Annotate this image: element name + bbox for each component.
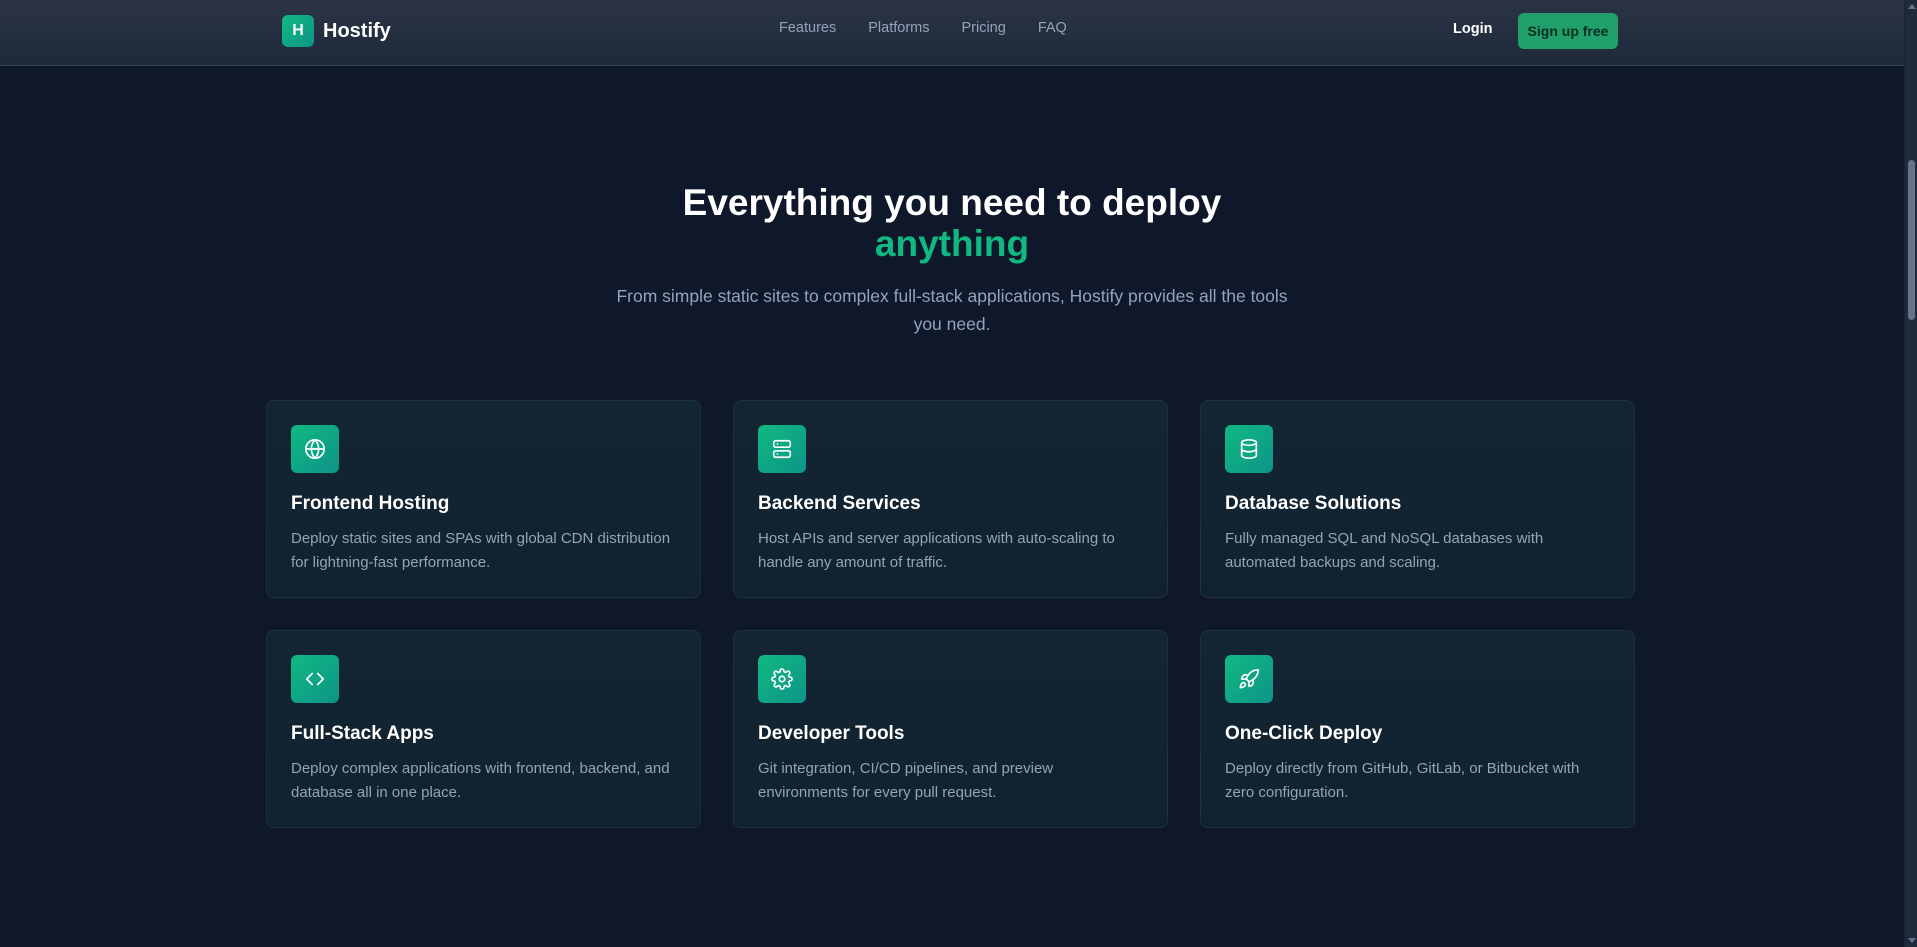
nav-link-faq[interactable]: FAQ [1038, 20, 1067, 36]
feature-title: One-Click Deploy [1225, 723, 1383, 744]
brand-logo-icon: H [282, 15, 314, 47]
signup-button[interactable]: Sign up free [1518, 13, 1618, 49]
feature-description: Deploy static sites and SPAs with global… [291, 530, 671, 571]
scrollbar-thumb[interactable] [1908, 160, 1915, 320]
feature-title: Database Solutions [1225, 493, 1402, 514]
hero-subtitle: From simple static sites to complex full… [616, 286, 1288, 334]
features-hero: Everything you need to deploy anything F… [0, 182, 1904, 338]
server-icon [758, 425, 806, 473]
feature-description: Deploy directly from GitHub, GitLab, or … [1225, 760, 1580, 801]
gear-icon [758, 655, 806, 703]
feature-card-one-click-deploy: One-Click Deploy Deploy directly from Gi… [1200, 630, 1635, 828]
database-icon [1225, 425, 1273, 473]
feature-title: Full-Stack Apps [291, 723, 434, 744]
feature-card-frontend-hosting: Frontend Hosting Deploy static sites and… [266, 400, 701, 598]
scroll-down-arrow-icon[interactable] [1908, 938, 1916, 943]
feature-description: Fully managed SQL and NoSQL databases wi… [1225, 530, 1544, 571]
hero-title-accent: anything [874, 223, 1030, 264]
code-icon [291, 655, 339, 703]
globe-icon [291, 425, 339, 473]
page-scrollbar[interactable] [1904, 0, 1917, 947]
brand-name: Hostify [323, 19, 391, 42]
feature-title: Frontend Hosting [291, 493, 450, 514]
hero-title: Everything you need to deploy anything [0, 182, 1904, 264]
hero-title-main: Everything you need to deploy [682, 182, 1222, 223]
feature-card-developer-tools: Developer Tools Git integration, CI/CD p… [733, 630, 1168, 828]
feature-description: Host APIs and server applications with a… [758, 530, 1115, 571]
nav-links: Features Platforms Pricing FAQ [779, 20, 1067, 36]
top-navbar: H Hostify Features Platforms Pricing FAQ… [0, 0, 1904, 66]
nav-link-platforms[interactable]: Platforms [868, 20, 929, 36]
feature-card-backend-services: Backend Services Host APIs and server ap… [733, 400, 1168, 598]
login-link[interactable]: Login [1453, 21, 1492, 37]
scroll-up-arrow-icon[interactable] [1908, 4, 1916, 9]
feature-title: Developer Tools [758, 723, 905, 744]
feature-title: Backend Services [758, 493, 921, 514]
rocket-icon [1225, 655, 1273, 703]
feature-description: Git integration, CI/CD pipelines, and pr… [758, 760, 1054, 801]
brand-link[interactable]: H Hostify [282, 15, 391, 47]
nav-link-pricing[interactable]: Pricing [961, 20, 1005, 36]
feature-card-full-stack-apps: Full-Stack Apps Deploy complex applicati… [266, 630, 701, 828]
nav-link-features[interactable]: Features [779, 20, 836, 36]
feature-grid: Frontend Hosting Deploy static sites and… [266, 400, 1635, 828]
feature-card-database-solutions: Database Solutions Fully managed SQL and… [1200, 400, 1635, 598]
feature-description: Deploy complex applications with fronten… [291, 760, 670, 801]
